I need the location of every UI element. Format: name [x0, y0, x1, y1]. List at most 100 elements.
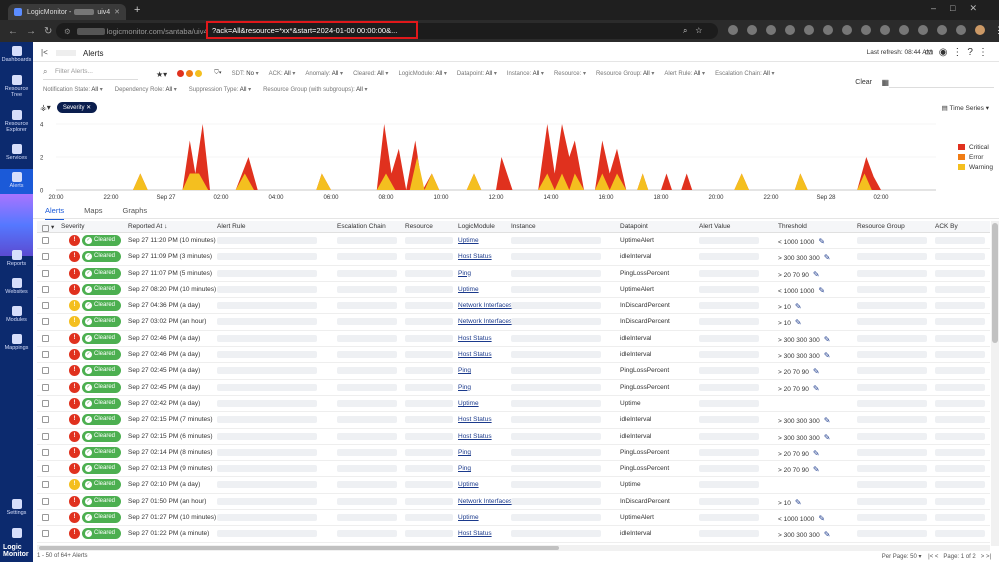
filter-resource[interactable]: Resource: ▾: [554, 70, 586, 79]
logicmodule-link[interactable]: Host Status: [458, 335, 492, 342]
star-filter-icon[interactable]: ★▾: [156, 70, 167, 79]
logicmodule-link[interactable]: Ping: [458, 367, 471, 374]
row-checkbox[interactable]: [42, 237, 49, 244]
header-icons[interactable]: ▭◉⋮?⋮: [924, 47, 993, 58]
table-row[interactable]: ! ✓ Cleared Sep 27 02:45 PM (a day) Ping Ping…: [37, 363, 990, 380]
logicmodule-link[interactable]: Host Status: [458, 351, 492, 358]
logicmodule-link[interactable]: Ping: [458, 270, 471, 277]
logicmodule-link[interactable]: Host Status: [458, 253, 492, 260]
edit-pencil-icon[interactable]: ✎: [795, 318, 802, 327]
table-row[interactable]: ! ✓ Cleared Sep 27 02:15 PM (7 minutes) Host…: [37, 412, 990, 429]
filter-dependencyrole[interactable]: Dependency Role: All ▾: [115, 86, 177, 93]
last-refresh[interactable]: Last refresh: 08:44 AM: [867, 49, 932, 56]
edit-pencil-icon[interactable]: ✎: [824, 433, 831, 442]
nav-modules[interactable]: Modules: [0, 306, 33, 323]
nav-services[interactable]: Services: [0, 144, 33, 161]
extension-icon[interactable]: [728, 25, 738, 35]
reload-icon[interactable]: ↻: [44, 26, 52, 37]
filter-instance[interactable]: Instance: All ▾: [507, 70, 544, 79]
edit-pencil-icon[interactable]: ✎: [813, 449, 820, 458]
row-checkbox[interactable]: [42, 351, 49, 359]
extension-icon[interactable]: [861, 25, 871, 35]
extension-icon[interactable]: [766, 25, 776, 35]
column-header[interactable]: Instance: [511, 223, 536, 230]
filter-alertrule[interactable]: Alert Rule: All ▾: [664, 70, 705, 79]
edit-pencil-icon[interactable]: ✎: [813, 465, 820, 474]
filter-funnel-icon[interactable]: ⛉▾: [214, 70, 221, 79]
table-row[interactable]: ! ✓ Cleared Sep 27 02:14 PM (8 minutes) Ping…: [37, 445, 990, 462]
logicmodule-link[interactable]: Uptime: [458, 481, 479, 488]
logicmodule-link[interactable]: Uptime: [458, 237, 479, 244]
column-header[interactable]: Threshold: [778, 223, 807, 230]
extension-icon[interactable]: [842, 25, 852, 35]
column-header[interactable]: Reported At ↓: [128, 223, 167, 230]
row-checkbox[interactable]: [42, 465, 49, 473]
column-header[interactable]: Alert Rule: [217, 223, 246, 230]
nav-reports[interactable]: Reports: [0, 250, 33, 267]
column-header[interactable]: ACK By: [935, 223, 958, 230]
logicmodule-link[interactable]: Ping: [458, 449, 471, 456]
collapse-nav-icon[interactable]: |<: [41, 48, 48, 57]
row-checkbox[interactable]: [42, 448, 49, 456]
column-header[interactable]: Escalation Chain: [337, 223, 386, 230]
window-controls[interactable]: –□✕: [931, 3, 991, 14]
time-series-dropdown[interactable]: ▤ Time Series ▾: [942, 104, 989, 112]
omnibox-icons[interactable]: ⌕☆: [683, 26, 710, 36]
severity-icons[interactable]: [177, 70, 204, 79]
row-checkbox[interactable]: [42, 514, 49, 522]
site-info-icon[interactable]: ⚙: [64, 27, 71, 36]
table-row[interactable]: ! ✓ Cleared Sep 27 11:20 PM (10 minutes) Upt…: [37, 233, 990, 250]
row-checkbox[interactable]: [42, 367, 49, 375]
filter-logicmodule[interactable]: LogicModule: All ▾: [398, 70, 446, 79]
edit-pencil-icon[interactable]: ✎: [813, 384, 820, 393]
edit-pencil-icon[interactable]: ✎: [795, 302, 802, 311]
logicmodule-link[interactable]: Network Interfaces: [458, 318, 512, 325]
sort-icon[interactable]: ▾: [51, 223, 54, 231]
table-row[interactable]: ! ✓ Cleared Sep 27 02:42 PM (a day) Uptime Up…: [37, 396, 990, 413]
extension-icon[interactable]: [937, 25, 947, 35]
row-checkbox[interactable]: [42, 318, 49, 326]
row-checkbox[interactable]: [42, 432, 49, 440]
url-field[interactable]: ⚙ logicmonitor.com/santaba/uiv4/alerts ?…: [56, 21, 718, 39]
column-header[interactable]: Resource Group: [857, 223, 905, 230]
forward-icon[interactable]: →: [26, 26, 36, 37]
extension-icon[interactable]: [899, 25, 909, 35]
edit-pencil-icon[interactable]: ✎: [824, 253, 831, 262]
row-checkbox[interactable]: [42, 269, 49, 277]
nav-resource-tree[interactable]: Resource Tree: [0, 75, 33, 98]
edit-pencil-icon[interactable]: ✎: [818, 514, 825, 523]
filter-resourcegroup[interactable]: Resource Group: All ▾: [596, 70, 654, 79]
table-row[interactable]: ! ✓ Cleared Sep 27 02:45 PM (a day) Ping Ping…: [37, 380, 990, 396]
logicmodule-link[interactable]: Host Status: [458, 416, 492, 423]
row-checkbox[interactable]: [42, 253, 49, 261]
profile-avatar[interactable]: [975, 25, 985, 35]
logicmodule-link[interactable]: Ping: [458, 465, 471, 472]
vertical-scrollbar[interactable]: [991, 221, 999, 546]
back-icon[interactable]: ←: [8, 26, 18, 37]
clear-button[interactable]: Clear: [855, 79, 872, 86]
extension-icon[interactable]: [918, 25, 928, 35]
logicmodule-link[interactable]: Ping: [458, 384, 471, 391]
filter-anomaly[interactable]: Anomaly: All ▾: [305, 70, 343, 79]
column-header[interactable]: Severity: [61, 223, 84, 230]
nav-settings[interactable]: Settings: [0, 499, 33, 516]
logicmodule-link[interactable]: Host Status: [458, 433, 492, 440]
edit-pencil-icon[interactable]: ✎: [824, 351, 831, 360]
logicmodule-link[interactable]: Uptime: [458, 514, 479, 521]
logicmodule-link[interactable]: Uptime: [458, 400, 479, 407]
filter-sdt[interactable]: SDT: No ▾: [232, 70, 259, 79]
extension-icon[interactable]: [747, 25, 757, 35]
table-row[interactable]: ! ✓ Cleared Sep 27 03:02 PM (an hour) Networ…: [37, 314, 990, 331]
row-checkbox[interactable]: [42, 416, 49, 424]
browser-menu-icon[interactable]: ⋮: [994, 25, 999, 36]
filter-suppressiontype[interactable]: Suppression Type: All ▾: [189, 86, 251, 93]
filter-search-input[interactable]: ⌕ Filter Alerts...: [43, 67, 138, 80]
edit-pencil-icon[interactable]: ✎: [818, 237, 825, 246]
extension-icon[interactable]: [956, 25, 966, 35]
browser-tab[interactable]: LogicMonitor - uiv4 ✕: [8, 4, 126, 20]
group-by-icon[interactable]: ⚶▾: [40, 103, 51, 112]
nav-resource-explorer[interactable]: Resource Explorer: [0, 110, 33, 133]
column-header[interactable]: Datapoint: [620, 223, 648, 230]
logicmodule-link[interactable]: Network Interfaces: [458, 498, 512, 505]
table-row[interactable]: ! ✓ Cleared Sep 27 01:27 PM (10 minutes) Upt…: [37, 510, 990, 527]
